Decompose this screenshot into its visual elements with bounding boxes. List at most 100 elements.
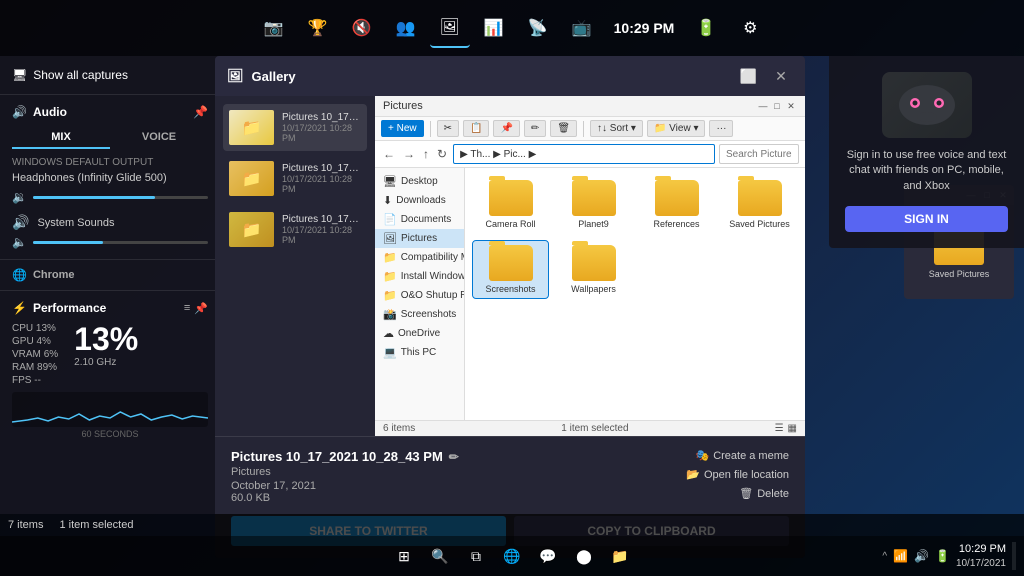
monitor-icon: 🖥: [12, 68, 27, 82]
fe-copy-button[interactable]: 📋: [463, 120, 489, 137]
taskbar-search-button[interactable]: 🔍: [424, 540, 456, 572]
fe-grid-view-icon[interactable]: ▦: [788, 423, 797, 434]
taskbar-explorer-button[interactable]: 📁: [604, 540, 636, 572]
fe-folder-planet9[interactable]: Planet9: [556, 176, 631, 233]
fe-sidebar-compat[interactable]: 📁Compatibility M: [375, 248, 464, 267]
fe-content-grid: Camera Roll Planet9 References: [465, 168, 805, 420]
fe-folder-screenshots[interactable]: Screenshots: [473, 241, 548, 298]
taskbar-start-button[interactable]: ⊞: [388, 540, 420, 572]
fe-selected-count: 1 item selected: [561, 423, 628, 434]
volume-slider[interactable]: [33, 196, 208, 199]
discord-description: Sign in to use free voice and text chat …: [845, 148, 1008, 194]
desktop: 📷 🏆 🔇 👥 🖼 📊 📡 📺 10:29 PM 🔋 ⚙ 🖥 Show all …: [0, 0, 1024, 576]
gpu-label: GPU 4%: [12, 336, 58, 347]
cpu-big-percent: 13%: [74, 323, 138, 355]
fe-new-button[interactable]: + New: [381, 120, 424, 137]
gamebar-social-icon[interactable]: 👥: [386, 8, 426, 48]
delete-icon: 🗑: [739, 487, 753, 500]
fe-address-bar[interactable]: [453, 144, 715, 164]
gallery-item-1[interactable]: 📁 Pictures 10_17_2021 10_28_4... 10/17/2…: [223, 104, 367, 151]
system-sounds-section: 🔊 System Sounds: [12, 214, 208, 231]
performance-widget: ⚡ Performance ≡ 📌 CPU 13% GPU 4% VRAM 6%…: [0, 291, 220, 449]
tab-mix[interactable]: MIX: [12, 127, 110, 149]
perf-pin-icon[interactable]: 📌: [194, 302, 208, 315]
open-file-location-button[interactable]: 📂 Open file location: [686, 468, 789, 481]
system-volume-slider[interactable]: [33, 241, 208, 244]
performance-icon: ⚡: [12, 301, 27, 315]
fe-folder-references[interactable]: References: [639, 176, 714, 233]
fe-up-button[interactable]: ↑: [421, 145, 431, 163]
fe-folder-wallpapers[interactable]: Wallpapers: [556, 241, 631, 298]
fe-sidebar-onedrive[interactable]: ☁OneDrive: [375, 324, 464, 343]
fe-sidebar-pictures[interactable]: 🖼Pictures: [375, 229, 464, 248]
create-meme-button[interactable]: 🎭 Create a meme: [686, 449, 789, 462]
fe-refresh-button[interactable]: ↻: [435, 145, 449, 163]
gamebar-broadcast-icon[interactable]: 📺: [562, 8, 602, 48]
perf-settings-icon[interactable]: ≡: [184, 302, 190, 315]
fe-folder-savedpictures[interactable]: Saved Pictures: [722, 176, 797, 233]
fe-back-button[interactable]: ←: [381, 145, 397, 163]
gallery-maximize-icon[interactable]: ⬜: [740, 68, 757, 85]
fe-sort-button[interactable]: ↑↓ Sort ▾: [590, 120, 643, 137]
fe-sidebar-screenshots[interactable]: 📸Screenshots: [375, 305, 464, 324]
taskbar-edge-button[interactable]: 🌐: [496, 540, 528, 572]
delete-button[interactable]: 🗑 Delete: [686, 487, 789, 500]
gallery-item-3[interactable]: 📁 Pictures 10_17_2021 10_28_0... 10/17/2…: [223, 206, 367, 253]
gamebar-gallery-icon[interactable]: 🖼: [430, 8, 470, 48]
edit-icon[interactable]: ✏: [449, 450, 459, 464]
gamebar-stats-icon[interactable]: 📊: [474, 8, 514, 48]
fe-sep-1: [430, 121, 431, 137]
fe-rename-button[interactable]: ✏: [524, 120, 546, 137]
fe-forward-button[interactable]: →: [401, 145, 417, 163]
fe-close-button[interactable]: ✕: [785, 100, 797, 112]
compat-folder-icon: 📁: [383, 251, 397, 264]
performance-graph: [12, 392, 208, 427]
gamebar-achievements-icon[interactable]: 🏆: [298, 8, 338, 48]
taskbar-taskview-button[interactable]: ⧉: [460, 540, 492, 572]
taskbar-show-desktop-button[interactable]: [1012, 542, 1016, 570]
taskbar-chrome-button[interactable]: ⬤: [568, 540, 600, 572]
performance-title: ⚡ Performance: [12, 301, 106, 315]
gamebar-audio-icon[interactable]: 🔇: [342, 8, 382, 48]
fe-sidebar-thispc[interactable]: 💻This PC: [375, 343, 464, 362]
gamebar-settings-icon[interactable]: ⚙: [730, 8, 770, 48]
fe-delete-button[interactable]: 🗑: [550, 120, 577, 137]
gallery-item-2[interactable]: 📁 Pictures 10_17_2021 10_28_10... 10/17/…: [223, 155, 367, 202]
saved-pictures-folder-label: Saved Pictures: [929, 269, 990, 279]
fe-title: Pictures: [383, 100, 423, 112]
fe-paste-button[interactable]: 📌: [493, 120, 519, 137]
taskbar-battery-icon[interactable]: 🔋: [935, 549, 950, 563]
fe-folder-cameraroll[interactable]: Camera Roll: [473, 176, 548, 233]
discord-sign-in-button[interactable]: SIGN IN: [845, 206, 1008, 232]
fe-cut-button[interactable]: ✂: [437, 120, 459, 137]
audio-pin-icon[interactable]: 📌: [193, 105, 208, 119]
show-all-captures-button[interactable]: 🖥 Show all captures: [12, 64, 208, 86]
taskbar-sound-icon[interactable]: 🔊: [914, 549, 929, 563]
fe-search-input[interactable]: [719, 144, 799, 164]
status-item-count: 7 items: [8, 519, 43, 531]
taskbar-chat-button[interactable]: 💬: [532, 540, 564, 572]
fe-sidebar-install[interactable]: 📁Install Windows: [375, 267, 464, 286]
fe-maximize-button[interactable]: □: [771, 100, 783, 112]
taskbar-chevron-icon[interactable]: ^: [882, 551, 887, 562]
gallery-body: 📁 Pictures 10_17_2021 10_28_4... 10/17/2…: [215, 96, 805, 436]
fe-sidebar-desktop[interactable]: 🖥Desktop: [375, 172, 464, 191]
gamebar-battery-icon[interactable]: 🔋: [686, 8, 726, 48]
fe-body: 🖥Desktop ⬇Downloads 📄Documents 🖼Pictures: [375, 168, 805, 420]
gallery-close-button[interactable]: ✕: [769, 64, 793, 88]
fe-sidebar-documents[interactable]: 📄Documents: [375, 210, 464, 229]
fe-sidebar-oo[interactable]: 📁O&O Shutup Re...: [375, 286, 464, 305]
tab-voice[interactable]: VOICE: [110, 127, 208, 149]
taskbar-clock[interactable]: 10:29 PM 10/17/2021: [956, 542, 1006, 569]
camera-roll-label: Camera Roll: [485, 219, 535, 229]
camera-roll-folder-icon: [489, 180, 533, 216]
fe-minimize-button[interactable]: —: [757, 100, 769, 112]
fe-sidebar-downloads[interactable]: ⬇Downloads: [375, 191, 464, 210]
gamebar-capture-icon[interactable]: 📷: [254, 8, 294, 48]
fe-list-view-icon[interactable]: ☰: [775, 423, 784, 434]
gamebar-connect-icon[interactable]: 📡: [518, 8, 558, 48]
perf-seconds-label: 60 SECONDS: [12, 429, 208, 439]
fe-more-button[interactable]: ···: [709, 120, 733, 137]
taskbar-wifi-icon[interactable]: 📶: [893, 549, 908, 563]
fe-view-button[interactable]: 📁 View ▾: [647, 120, 706, 137]
